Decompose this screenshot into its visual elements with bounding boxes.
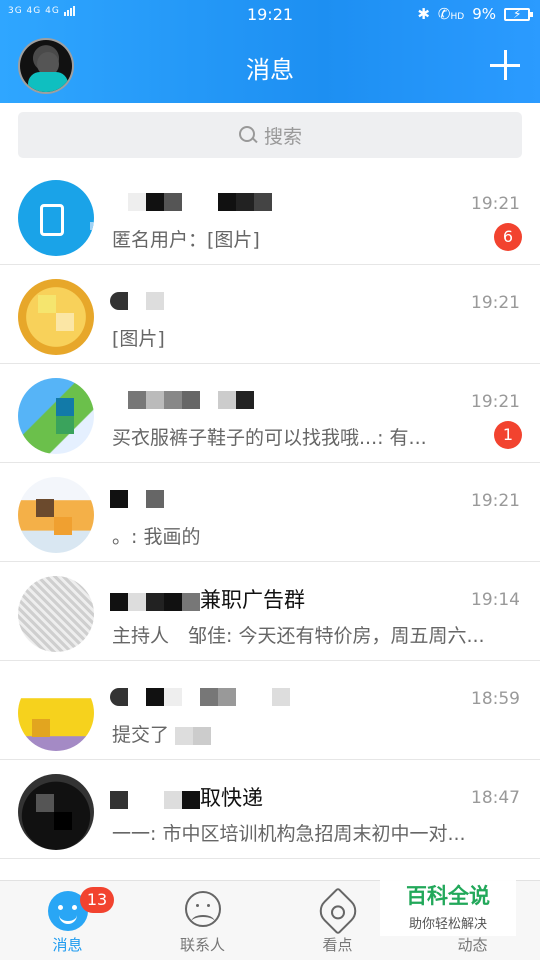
header-bar: 3G 4G 4G 19:21 ✱ ✆HD 9% ⚡ 消息 [0, 0, 540, 103]
conversation-item[interactable]: 19:21 买衣服裤子鞋子的可以找我哦...: 有... 1 [0, 364, 540, 463]
conversation-name-obscured [110, 386, 272, 411]
conversation-message: 主持人 邹佳: 今天还有特价房，周五周六... [112, 625, 485, 647]
conversation-message: 买衣服裤子鞋子的可以找我哦...: 有... [112, 427, 427, 449]
conversation-message: 一一: 市中区培训机构急招周末初中一对... [112, 823, 466, 845]
messages-unread-badge: 13 [80, 887, 114, 913]
watermark-subtitle: 助你轻松解决 [408, 917, 487, 932]
bluetooth-icon: ✱ [417, 5, 430, 23]
search-icon [238, 125, 258, 145]
conversation-message-text: 提交了 [112, 724, 170, 746]
conversation-name-obscured [110, 683, 290, 708]
nav-contacts-label: 联系人 [179, 936, 225, 954]
conversation-item[interactable]: 18:59 提交了 [0, 661, 540, 760]
conversation-name-obscured [110, 485, 164, 510]
conversation-name-obscured [110, 188, 272, 213]
status-bar: 3G 4G 4G 19:21 ✱ ✆HD 9% ⚡ [0, 0, 540, 30]
conversation-time: 18:47 [471, 788, 520, 808]
conversation-avatar [18, 576, 94, 652]
battery-percent: 9% [472, 5, 496, 23]
conversation-name: 兼职广告群 [110, 584, 305, 614]
conversation-item[interactable]: 兼职广告群 19:14 主持人 邹佳: 今天还有特价房，周五周六... [0, 562, 540, 661]
conversation-name-text: 取快递 [200, 786, 263, 810]
conversation-name: 取快递 [110, 782, 263, 812]
conversation-time: 19:21 [471, 491, 520, 511]
conversation-item[interactable]: 19:21 。: 我画的 [0, 463, 540, 562]
status-right-group: ✱ ✆HD 9% ⚡ [417, 5, 533, 23]
conversation-time: 19:21 [471, 293, 520, 313]
search-input[interactable]: 搜索 [18, 112, 522, 158]
conversation-message: [图片] [112, 328, 165, 350]
conversation-list: 19:21 匿名用户：[图片] 6 19:21 [图片] 19:21 买衣服裤子… [0, 166, 540, 859]
conversation-time: 19:14 [471, 590, 520, 610]
conversation-avatar [18, 378, 94, 454]
watermark-logo: 百科全说 助你轻松解决 [380, 874, 516, 936]
unread-badge: 6 [494, 223, 522, 251]
conversation-item[interactable]: 19:21 [图片] [0, 265, 540, 364]
search-placeholder: 搜索 [263, 125, 302, 148]
battery-icon: ⚡ [504, 7, 533, 21]
conversation-message: 匿名用户：[图片] [112, 229, 260, 251]
conversation-time: 19:21 [471, 392, 520, 412]
conversation-time: 19:21 [471, 194, 520, 214]
hd-call-icon: ✆HD [437, 5, 465, 23]
conversation-message: 。: 我画的 [112, 526, 201, 548]
search-container: 搜索 [0, 103, 540, 166]
nav-messages[interactable]: 13 消息 [0, 881, 135, 960]
page-title: 消息 [246, 56, 294, 84]
conversation-avatar [18, 774, 94, 850]
conversation-avatar [18, 477, 94, 553]
nav-contacts[interactable]: 联系人 [135, 881, 270, 960]
unread-badge: 1 [494, 421, 522, 449]
plus-icon[interactable] [488, 48, 522, 82]
conversation-avatar [18, 180, 94, 256]
nav-feed-label: 动态 [457, 936, 488, 954]
contacts-icon [185, 891, 221, 927]
conversation-name-obscured [110, 287, 164, 312]
conversation-item[interactable]: 取快递 18:47 一一: 市中区培训机构急招周末初中一对... [0, 760, 540, 859]
conversation-name-text: 兼职广告群 [200, 588, 305, 612]
conversation-avatar [18, 675, 94, 751]
nav-watch-label: 看点 [322, 936, 353, 954]
watermark-title: 百科全说 [406, 884, 490, 908]
conversation-avatar [18, 279, 94, 355]
conversation-time: 18:59 [471, 689, 520, 709]
nav-messages-label: 消息 [52, 936, 83, 954]
conversation-item[interactable]: 19:21 匿名用户：[图片] 6 [0, 166, 540, 265]
eye-icon [313, 886, 363, 936]
hd-label: HD [450, 12, 465, 22]
conversation-message: 提交了 [112, 720, 212, 747]
